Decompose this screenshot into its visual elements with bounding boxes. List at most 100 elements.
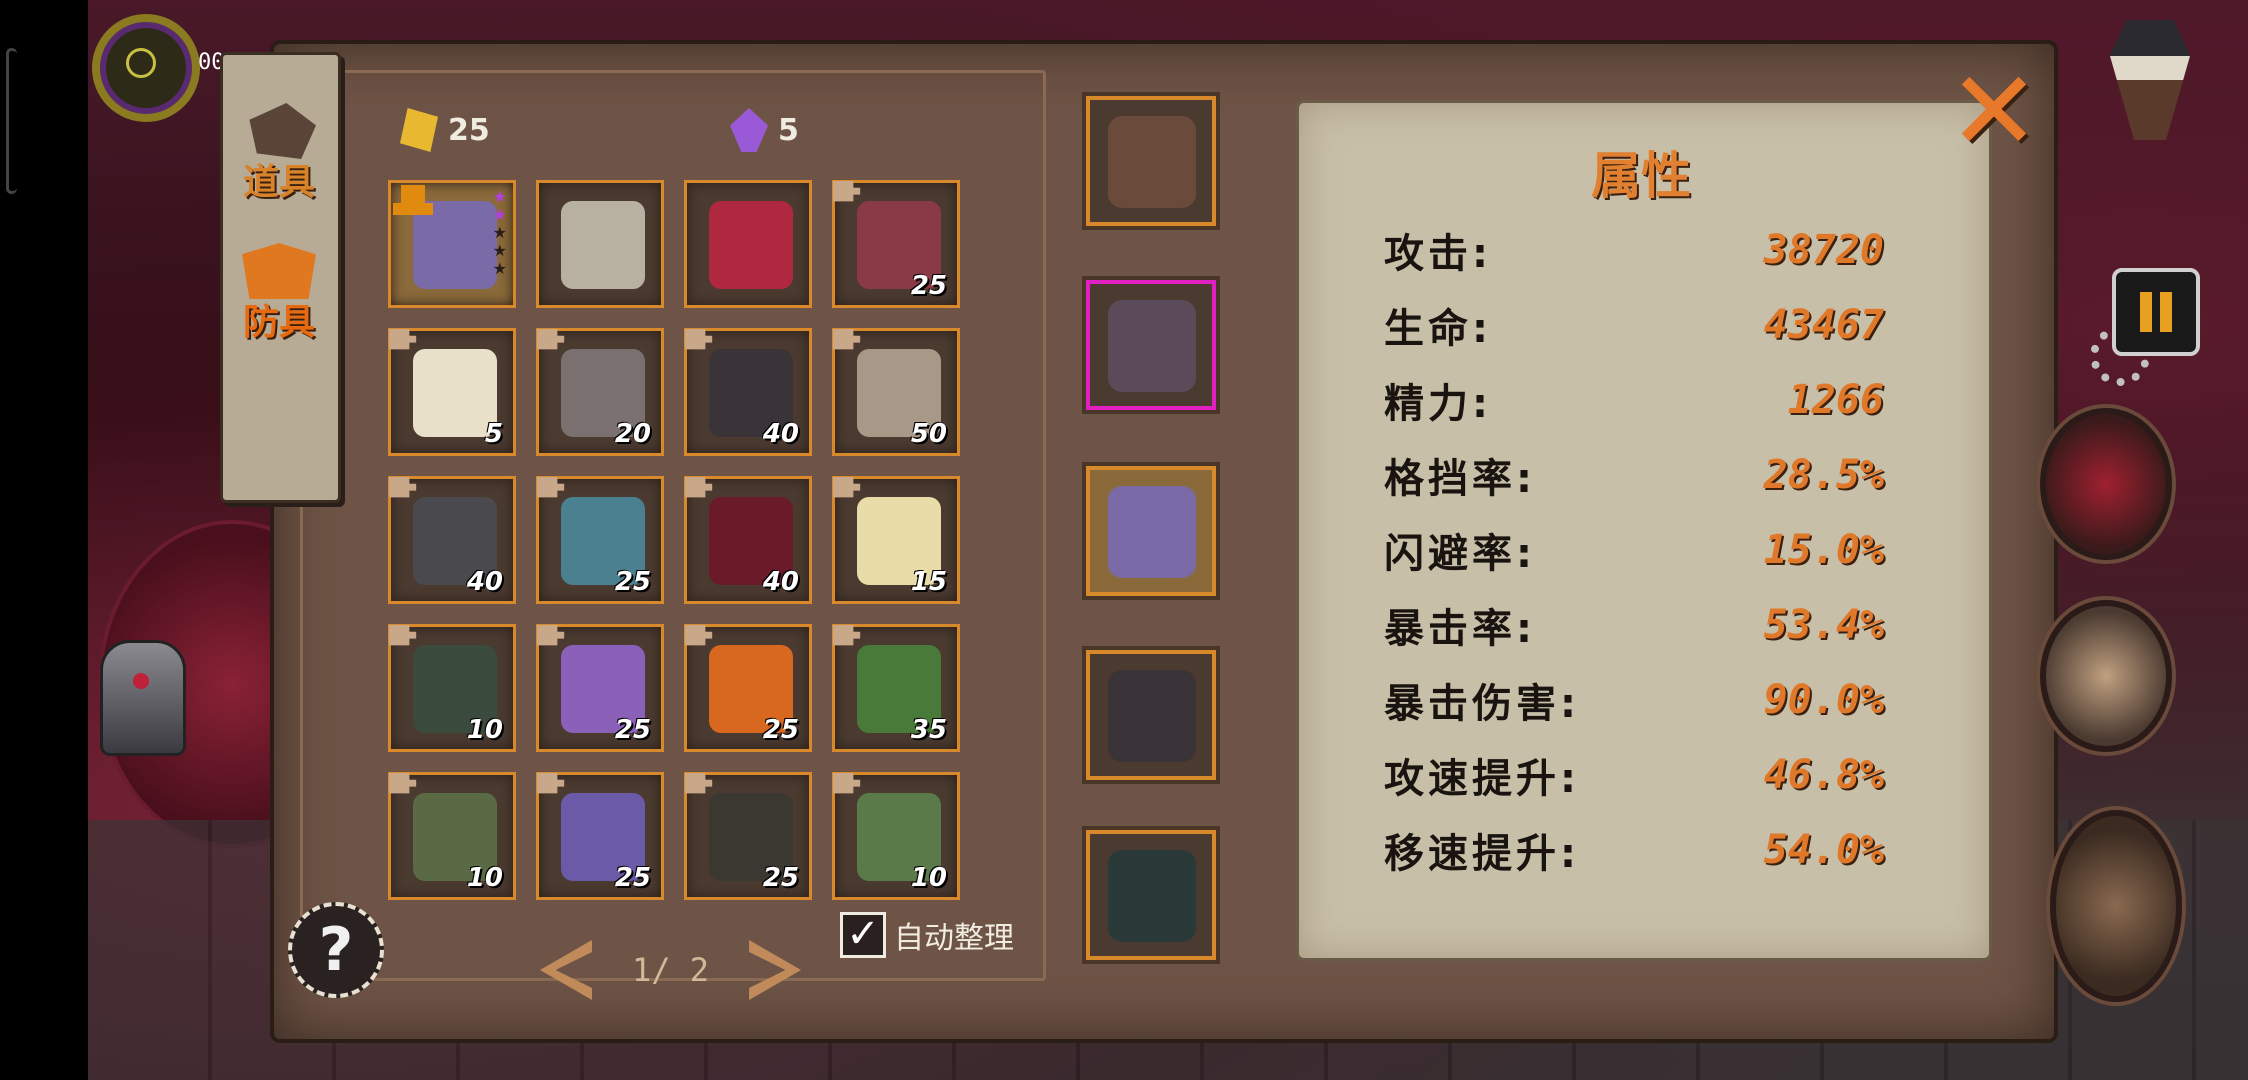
inventory-slot[interactable]: 20 xyxy=(536,328,664,456)
category-tabs: 道具 防具 xyxy=(220,52,341,503)
tab-items[interactable]: 道具 xyxy=(229,95,329,205)
equipped-slot-helmet[interactable] xyxy=(1086,466,1216,596)
next-page-button[interactable] xyxy=(749,940,802,1000)
stat-value: 46.8% xyxy=(1763,752,1884,798)
star-icon: ★ xyxy=(492,205,507,224)
inventory-slot[interactable]: 10 xyxy=(832,772,960,900)
stat-label: 闪避率: xyxy=(1384,531,1536,577)
stat-row: 精力: 1266 xyxy=(1384,370,1884,430)
inventory-grid: ★ ★ ★ ★ ★ 25 5 20 40 50 40 25 40 15 10 25 25 35 10 25 25 10 xyxy=(388,180,960,900)
stat-row: 暴击率: 53.4% xyxy=(1384,595,1884,655)
stat-value: 90.0% xyxy=(1763,677,1884,723)
stat-label: 暴击率: xyxy=(1384,606,1536,652)
tab-items-label: 道具 xyxy=(242,162,315,203)
item-count: 25 xyxy=(614,567,651,597)
stat-row: 闪避率: 15.0% xyxy=(1384,520,1884,580)
inventory-slot[interactable]: 40 xyxy=(684,476,812,604)
skill-button-2[interactable] xyxy=(2040,600,2172,752)
crimson-boots-icon xyxy=(709,201,793,289)
item-count: 10 xyxy=(466,715,503,745)
equipped-slot-accessory[interactable] xyxy=(1086,280,1216,410)
item-count: 50 xyxy=(910,419,947,449)
help-label: ? xyxy=(318,915,354,985)
skill-button-1[interactable] xyxy=(2040,408,2172,560)
inventory-slot[interactable]: 25 xyxy=(536,476,664,604)
game-scene: 00 道具 防具 25 5 ★ ★ ★ ★ ★ 25 5 20 40 50 40 25 40 15 10 25… xyxy=(0,0,2248,1080)
equipped-slot-armor[interactable] xyxy=(1086,650,1216,780)
star-icon: ★ xyxy=(492,259,507,278)
item-count: 15 xyxy=(910,567,947,597)
auto-sort-label: 自动整理 xyxy=(894,921,1014,956)
blood-scythe-icon xyxy=(1108,116,1196,208)
stat-label: 攻击: xyxy=(1384,231,1492,277)
inventory-slot[interactable] xyxy=(684,180,812,308)
inventory-slot[interactable]: 5 xyxy=(388,328,516,456)
auto-sort-toggle[interactable]: ✓ 自动整理 xyxy=(840,912,1014,958)
item-count: 10 xyxy=(910,863,947,893)
item-count: 40 xyxy=(466,567,503,597)
prev-page-button[interactable] xyxy=(540,940,592,1000)
bandaged-robe-icon xyxy=(561,201,645,289)
item-count: 40 xyxy=(762,567,799,597)
inventory-slot[interactable]: 10 xyxy=(388,772,516,900)
auto-sort-checkbox[interactable]: ✓ xyxy=(840,912,886,958)
stat-label: 攻速提升: xyxy=(1384,756,1580,802)
stat-row: 移速提升: 54.0% xyxy=(1384,820,1884,880)
inventory-slot[interactable]: 15 xyxy=(832,476,960,604)
inventory-slot[interactable]: 25 xyxy=(832,180,960,308)
player-level-emblem-icon[interactable] xyxy=(92,14,200,122)
stat-value: 15.0% xyxy=(1763,527,1884,573)
back-gesture-handle[interactable] xyxy=(6,48,17,194)
device-edge xyxy=(0,0,88,1080)
shadow-jacket-icon xyxy=(1108,670,1196,762)
pause-bar xyxy=(2160,292,2172,332)
inventory-slot[interactable]: 25 xyxy=(684,772,812,900)
armor-icon xyxy=(242,243,316,299)
inventory-slot[interactable]: 25 xyxy=(684,624,812,752)
stat-row: 暴击伤害: 90.0% xyxy=(1384,670,1884,730)
stat-label: 生命: xyxy=(1384,306,1492,352)
inventory-slot[interactable]: 50 xyxy=(832,328,960,456)
inventory-slot[interactable]: 40 xyxy=(684,328,812,456)
skill-button-3[interactable] xyxy=(2050,810,2182,1002)
gold-amount: 25 xyxy=(448,112,490,148)
pause-button[interactable] xyxy=(2112,268,2200,356)
item-count: 40 xyxy=(762,419,799,449)
stat-row: 攻击: 38720 xyxy=(1384,220,1884,280)
purple-crystal-icon xyxy=(730,108,768,152)
tab-armor[interactable]: 防具 xyxy=(229,235,329,345)
star-icon: ★ xyxy=(492,241,507,260)
spirit-pendant-icon xyxy=(1108,300,1196,392)
star-icon: ★ xyxy=(492,223,507,242)
equipped-slot-weapon[interactable] xyxy=(1086,96,1216,226)
inventory-slot[interactable]: 25 xyxy=(536,624,664,752)
stat-value: 43467 xyxy=(1763,302,1884,348)
item-count: 5 xyxy=(484,419,503,449)
stat-value: 28.5% xyxy=(1763,452,1884,498)
pause-bar xyxy=(2140,292,2152,332)
stat-row: 生命: 43467 xyxy=(1384,295,1884,355)
inventory-slot[interactable]: 35 xyxy=(832,624,960,752)
inventory-slot[interactable] xyxy=(536,180,664,308)
help-button[interactable]: ? xyxy=(288,902,384,998)
stat-label: 移速提升: xyxy=(1384,831,1580,877)
pager: 1/ 2 xyxy=(540,940,802,1000)
inventory-slot[interactable]: 40 xyxy=(388,476,516,604)
item-count: 25 xyxy=(614,715,651,745)
inventory-slot[interactable]: ★ ★ ★ ★ ★ xyxy=(388,180,516,308)
claw-boots-icon xyxy=(1108,850,1196,942)
close-button[interactable]: ✕ xyxy=(1944,56,2044,166)
crystal-amount: 5 xyxy=(778,112,799,148)
gold-shard-icon xyxy=(400,108,438,152)
stat-label: 暴击伤害: xyxy=(1384,681,1580,727)
star-icon: ★ xyxy=(492,187,507,206)
stat-value: 38720 xyxy=(1763,227,1884,273)
equipped-slot-boots[interactable] xyxy=(1086,830,1216,960)
inventory-slot[interactable]: 10 xyxy=(388,624,516,752)
item-icon xyxy=(249,103,316,159)
gold-currency: 25 xyxy=(400,108,490,152)
stat-value: 53.4% xyxy=(1763,602,1884,648)
stat-row: 攻速提升: 46.8% xyxy=(1384,745,1884,805)
shadow-claw-armor-icon xyxy=(1108,486,1196,578)
inventory-slot[interactable]: 25 xyxy=(536,772,664,900)
